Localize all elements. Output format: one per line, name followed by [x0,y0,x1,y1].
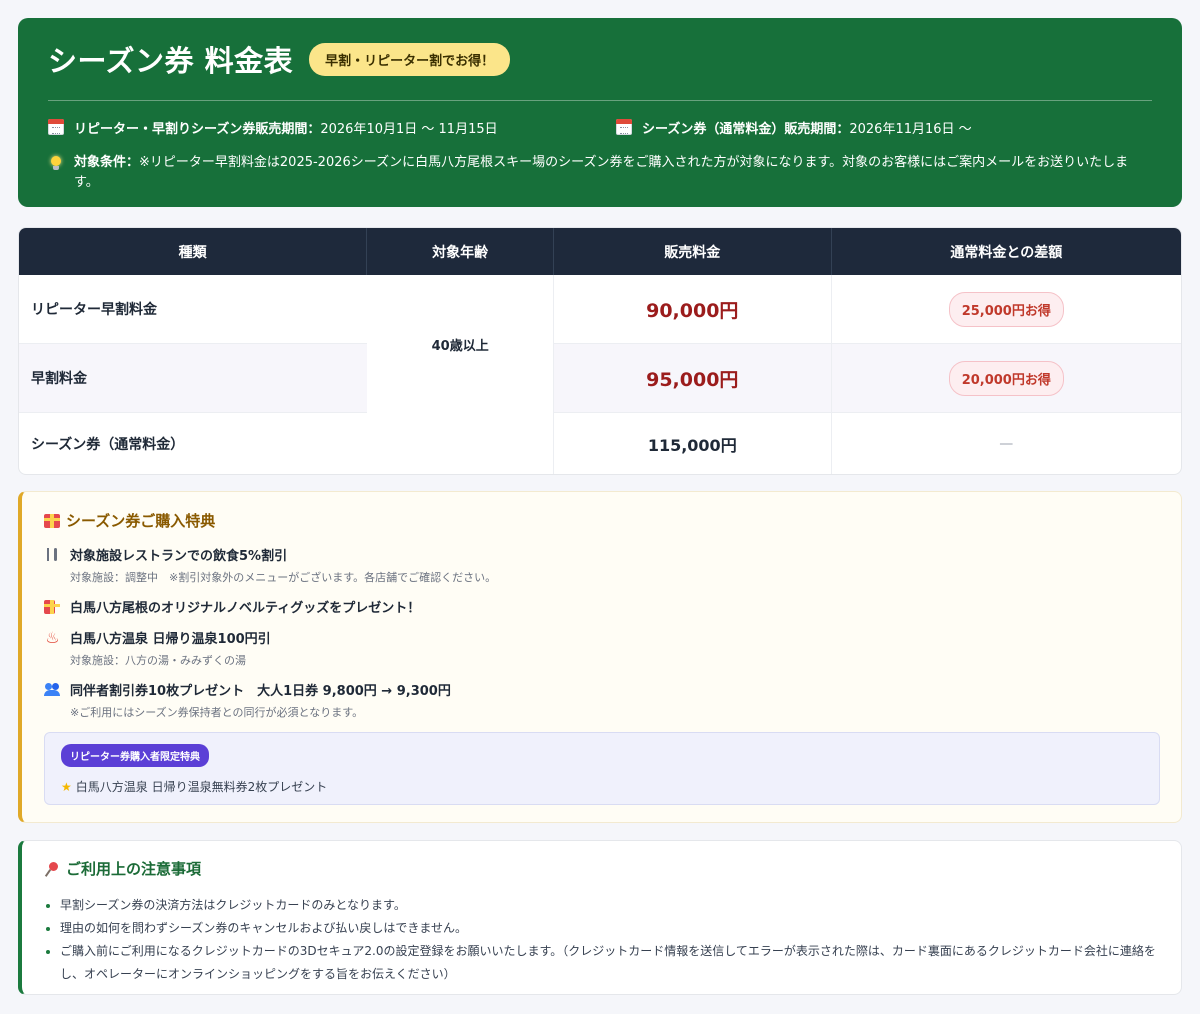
sale-periods: リピーター・早割りシーズン券販売期間： 2026年10月1日 〜 11月15日 … [48,101,1152,153]
notes-title: ご利用上の注意事項 [44,858,1159,879]
early-sale-period-value: 2026年10月1日 〜 11月15日 [320,121,498,137]
repeater-bonus-line: ★ 白馬八方温泉 日帰り温泉無料券2枚プレゼント [61,778,1143,795]
row-type: リピーター早割料金 [19,275,368,344]
row-diff: 25,000円お得 [831,275,1181,344]
people-icon [44,682,61,697]
price-value: 90,000円 [646,299,739,322]
benefit-line: 同伴者割引券10枚プレゼント 大人1日券 9,800円 → 9,300円 [44,680,1159,699]
benefit-item: 白馬八方尾根のオリジナルノベルティグッズをプレゼント！ [44,597,1159,616]
benefit-item: ♨ 白馬八方温泉 日帰り温泉100円引 対象施設：八方の湯・みみずくの湯 [44,628,1159,668]
benefits-panel: シーズン券ご購入特典 対象施設レストランでの飲食5%割引 対象施設：調整中 ※割… [18,491,1182,823]
note-item: 理由の如何を問わずシーズン券のキャンセルおよび払い戻しはできません。 [60,917,1159,940]
row-type: 早割料金 [19,344,368,413]
calendar-icon [616,119,632,135]
row-diff: 20,000円お得 [831,344,1181,413]
eligibility-condition: 対象条件：※リピーター早割料金は2025-2026シーズンに白馬八方尾根スキー場… [48,153,1152,193]
promo-badge: 早割・リピーター割でお得！ [309,42,511,76]
benefit-line: 対象施設レストランでの飲食5%割引 [44,545,1159,564]
column-header-age: 対象年齢 [367,228,554,275]
benefit-item: 同伴者割引券10枚プレゼント 大人1日券 9,800円 → 9,300円 ※ご利… [44,680,1159,720]
notes-list: 早割シーズン券の決済方法はクレジットカードのみとなります。 理由の如何を問わずシ… [44,894,1159,986]
savings-badge: 25,000円お得 [948,291,1064,327]
price-table: 種類 対象年齢 販売料金 通常料金との差額 リピーター早割料金 40歳以上 90… [18,227,1182,475]
table-row: シーズン券（通常料金） 115,000円 — [19,413,1181,474]
table-header-row: 種類 対象年齢 販売料金 通常料金との差額 [19,228,1181,275]
notes-title-text: ご利用上の注意事項 [66,860,202,878]
benefit-line: ♨ 白馬八方温泉 日帰り温泉100円引 [44,628,1159,648]
benefit-item: 対象施設レストランでの飲食5%割引 対象施設：調整中 ※割引対象外のメニューがご… [44,545,1159,585]
column-header-diff: 通常料金との差額 [831,228,1181,275]
repeater-bonus-text: 白馬八方温泉 日帰り温泉無料券2枚プレゼント [75,780,328,794]
lightbulb-icon [48,156,64,172]
price-value: 115,000円 [647,435,737,455]
fork-knife-icon [44,547,61,562]
early-sale-period: リピーター・早割りシーズン券販売期間： 2026年10月1日 〜 11月15日 [48,118,498,137]
calendar-icon [48,119,64,135]
repeater-badge: リピーター券購入者限定特典 [61,744,209,767]
row-price: 90,000円 [553,275,832,344]
benefits-title-text: シーズン券ご購入特典 [66,512,216,530]
benefit-line: 白馬八方尾根のオリジナルノベルティグッズをプレゼント！ [44,597,1159,616]
regular-sale-period: シーズン券（通常料金）販売期間： 2026年11月16日 〜 [616,118,972,137]
notes-panel: ご利用上の注意事項 早割シーズン券の決済方法はクレジットカードのみとなります。 … [18,840,1182,995]
regular-sale-period-label: シーズン券（通常料金）販売期間： [642,121,850,137]
benefits-title: シーズン券ご購入特典 [44,510,1159,531]
gift-icon-wrap [44,599,61,614]
row-diff: — [832,413,1181,474]
gift-icon [44,513,60,528]
row-price: 115,000円 [554,413,832,474]
benefit-subtext: 対象施設：八方の湯・みみずくの湯 [70,654,246,667]
pushpin-icon [44,861,60,877]
column-header-price: 販売料金 [553,228,832,275]
benefit-text: 同伴者割引券10枚プレゼント 大人1日券 9,800円 → 9,300円 [70,684,451,699]
row-age: 40歳以上 [367,275,554,413]
hot-spring-icon: ♨ [45,628,60,647]
benefits-list: 対象施設レストランでの飲食5%割引 対象施設：調整中 ※割引対象外のメニューがご… [44,545,1159,720]
condition-text: 対象条件：※リピーター早割料金は2025-2026シーズンに白馬八方尾根スキー場… [74,153,1152,193]
note-item: 早割シーズン券の決済方法はクレジットカードのみとなります。 [60,894,1159,917]
row-price: 95,000円 [553,344,832,413]
condition-body: ※リピーター早割料金は2025-2026シーズンに白馬八方尾根スキー場のシーズン… [74,155,1129,190]
savings-badge: 20,000円お得 [948,360,1064,396]
benefit-text: 白馬八方温泉 日帰り温泉100円引 [70,632,271,647]
page-title: シーズン券 料金表 [48,44,294,78]
star-icon: ★ [61,779,72,794]
repeater-bonus-box: リピーター券購入者限定特典 ★ 白馬八方温泉 日帰り温泉無料券2枚プレゼント [44,732,1160,805]
table-row: 早割料金 95,000円 20,000円お得 [19,344,1181,413]
benefit-subtext: ※ご利用にはシーズン券保持者との同行が必須となります。 [70,706,364,719]
benefit-text: 対象施設レストランでの飲食5%割引 [70,549,288,564]
row-age-empty [367,413,554,474]
row-type: シーズン券（通常料金） [31,436,185,453]
price-value: 95,000円 [646,368,739,391]
note-item: ご購入前にご利用になるクレジットカードの3Dセキュア2.0の設定登録をお願いいた… [60,940,1159,986]
title-row: シーズン券 料金表 早割・リピーター割でお得！ [48,18,1152,100]
benefit-text: 白馬八方尾根のオリジナルノベルティグッズをプレゼント！ [70,601,421,616]
regular-sale-period-value: 2026年11月16日 〜 [849,121,972,137]
benefit-subtext: 対象施設：調整中 ※割引対象外のメニューがございます。各店舗でご確認ください。 [70,571,497,584]
header-panel: シーズン券 料金表 早割・リピーター割でお得！ リピーター・早割りシーズン券販売… [18,18,1182,207]
condition-label: 対象条件： [74,155,140,170]
table-row: リピーター早割料金 40歳以上 90,000円 25,000円お得 [19,275,1181,413]
gift-icon [44,599,60,614]
no-savings-dash: — [999,435,1014,452]
early-sale-period-label: リピーター・早割りシーズン券販売期間： [74,121,321,137]
column-header-type: 種類 [19,228,368,275]
